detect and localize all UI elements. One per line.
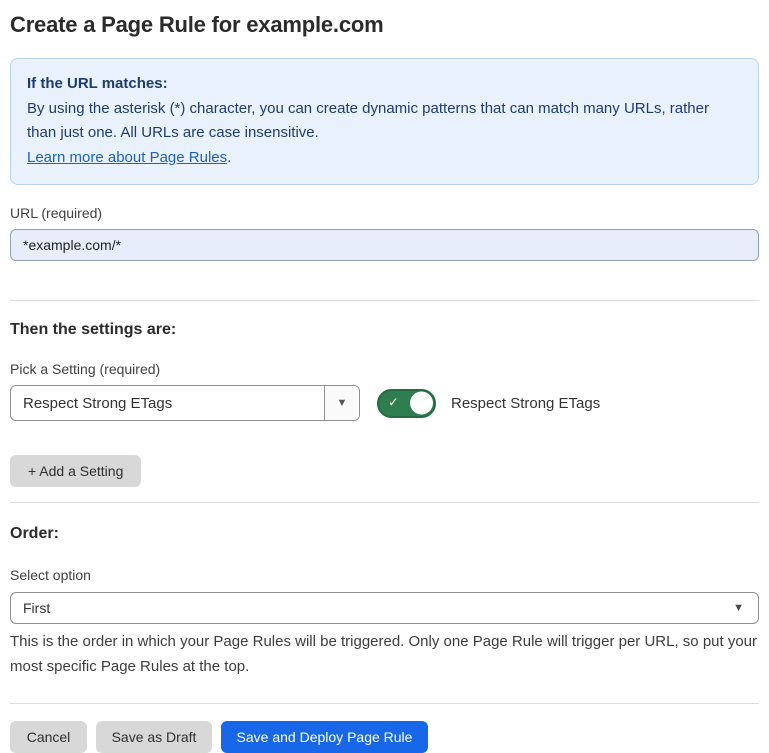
url-field-label: URL (required)	[10, 205, 759, 221]
order-help-text: This is the order in which your Page Rul…	[10, 629, 759, 679]
setting-row: Respect Strong ETags ▼ ✓ Respect Strong …	[10, 385, 759, 421]
settings-section-heading: Then the settings are:	[10, 321, 759, 339]
url-match-info-box: If the URL matches: By using the asteris…	[10, 58, 759, 185]
order-select[interactable]: First ▼	[10, 592, 759, 624]
page-title: Create a Page Rule for example.com	[10, 12, 759, 38]
info-box-link-line: Learn more about Page Rules.	[27, 146, 742, 171]
toggle-knob	[410, 392, 433, 415]
setting-select[interactable]: Respect Strong ETags ▼	[10, 385, 360, 421]
link-suffix: .	[227, 149, 231, 166]
divider	[10, 703, 759, 704]
setting-picker-label: Pick a Setting (required)	[10, 361, 759, 377]
order-section-heading: Order:	[10, 525, 759, 543]
order-select-label: Select option	[10, 567, 759, 583]
divider	[10, 300, 759, 301]
setting-select-arrow-button[interactable]: ▼	[324, 386, 359, 420]
chevron-down-icon: ▼	[733, 602, 744, 614]
info-box-heading: If the URL matches:	[27, 72, 742, 97]
save-as-draft-button[interactable]: Save as Draft	[96, 721, 212, 753]
action-buttons: Cancel Save as Draft Save and Deploy Pag…	[10, 721, 759, 753]
order-select-value: First	[23, 600, 50, 616]
respect-strong-etags-toggle[interactable]: ✓	[377, 389, 436, 418]
check-icon: ✓	[388, 395, 399, 411]
toggle-wrap: ✓ Respect Strong ETags	[377, 389, 600, 418]
cancel-button[interactable]: Cancel	[10, 721, 87, 753]
save-and-deploy-button[interactable]: Save and Deploy Page Rule	[221, 721, 428, 753]
learn-more-link[interactable]: Learn more about Page Rules	[27, 149, 227, 166]
toggle-label: Respect Strong ETags	[451, 395, 600, 412]
setting-select-value: Respect Strong ETags	[11, 386, 324, 420]
url-input[interactable]	[10, 229, 759, 261]
info-box-body: By using the asterisk (*) character, you…	[27, 97, 742, 146]
divider	[10, 502, 759, 503]
add-setting-button[interactable]: + Add a Setting	[10, 455, 141, 487]
chevron-down-icon: ▼	[337, 397, 348, 409]
